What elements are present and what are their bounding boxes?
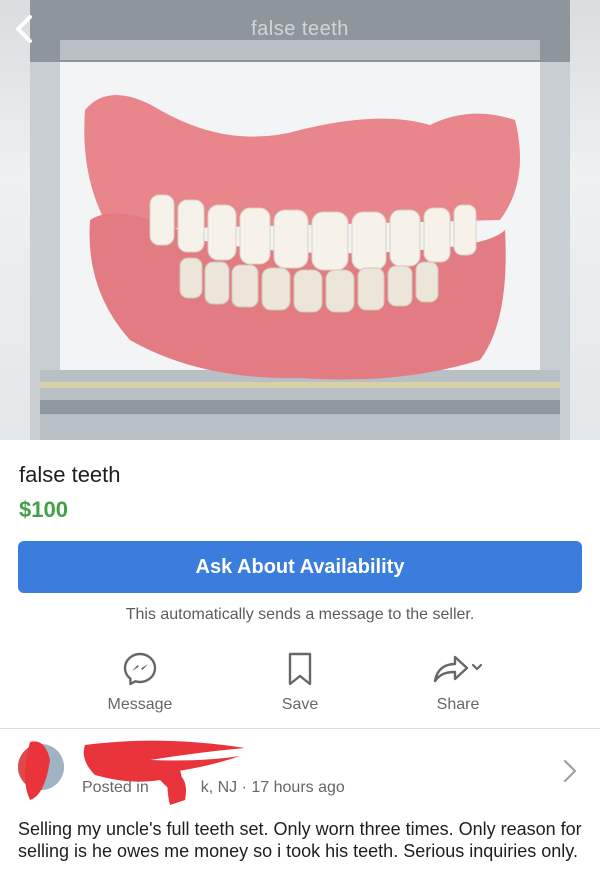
save-label: Save: [281, 696, 319, 713]
chevron-right-icon: [563, 759, 577, 783]
seller-avatar[interactable]: [18, 744, 64, 790]
posted-line: Posted in k, NJ · 17 hours ago: [82, 779, 345, 796]
message-button[interactable]: Message: [80, 650, 200, 720]
listing-photo[interactable]: false teeth: [0, 0, 600, 440]
share-label: Share: [436, 696, 480, 713]
action-bar: Message Save Share: [0, 650, 600, 720]
ask-availability-button[interactable]: Ask About Availability: [18, 541, 582, 593]
auto-message-note: This automatically sends a message to th…: [125, 606, 475, 623]
messenger-icon: [123, 652, 157, 686]
section-divider: [0, 728, 600, 729]
back-button[interactable]: [14, 14, 46, 48]
posted-location[interactable]: k, NJ: [201, 779, 237, 796]
bookmark-icon: [288, 652, 312, 686]
listing-title: false teeth: [19, 462, 121, 487]
listing-description: Selling my uncle's full teeth set. Only …: [18, 819, 582, 861]
photo-overlay-title: false teeth: [251, 18, 349, 40]
chevron-left-icon: [16, 15, 32, 43]
message-label: Message: [107, 696, 173, 713]
listing-price: $100: [19, 497, 68, 522]
share-icon: [433, 655, 483, 683]
posted-prefix: Posted in: [82, 779, 149, 796]
avatar-image: [18, 744, 64, 790]
seller-profile-chevron[interactable]: [562, 758, 578, 789]
posted-time: 17 hours ago: [251, 779, 345, 796]
dentures-in-glass-image: [30, 0, 570, 440]
share-button[interactable]: Share: [398, 650, 518, 720]
save-button[interactable]: Save: [240, 650, 360, 720]
